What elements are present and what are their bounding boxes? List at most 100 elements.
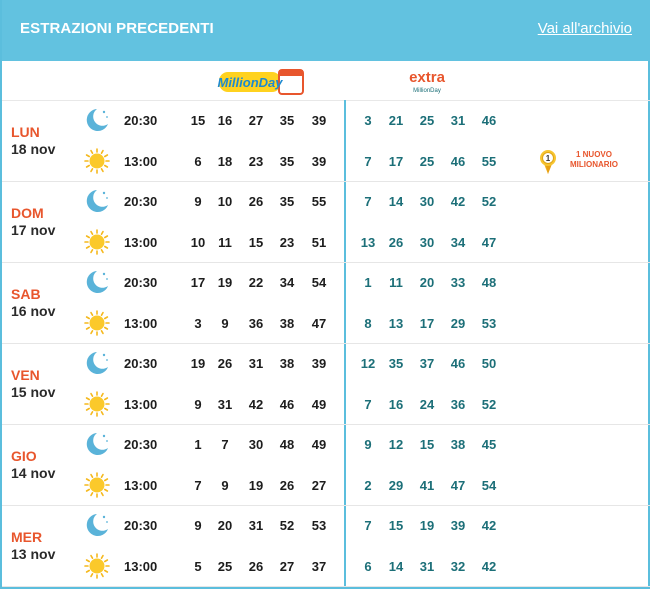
day-row: SAB 16 nov 20:30 17 19 22 34 54 1 11 20 33 48 13:00 3 9… bbox=[2, 262, 650, 344]
millionday-number: 39 bbox=[311, 356, 327, 371]
extra-number: 53 bbox=[481, 316, 497, 331]
millionday-number: 27 bbox=[311, 478, 327, 493]
millionday-number: 23 bbox=[279, 235, 295, 250]
day-date: 14 nov bbox=[11, 465, 56, 481]
medal-count: 1 bbox=[546, 154, 551, 163]
previous-draws-panel: ESTRAZIONI PRECEDENTI Vai all'archivio M… bbox=[0, 0, 650, 589]
day-name: VEN bbox=[11, 367, 40, 383]
extra-number: 7 bbox=[364, 194, 372, 209]
day-name: MER bbox=[11, 529, 43, 545]
millionday-number: 15 bbox=[190, 113, 206, 128]
draw-time: 13:00 bbox=[124, 478, 158, 493]
day-name: SAB bbox=[11, 286, 41, 302]
extra-number: 37 bbox=[419, 356, 435, 371]
sun-icon bbox=[84, 148, 110, 174]
millionday-number: 39 bbox=[311, 113, 327, 128]
badge-line1: 1 NUOVO bbox=[575, 150, 612, 159]
sun-icon bbox=[84, 472, 110, 498]
extra-number: 46 bbox=[481, 113, 497, 128]
extra-number: 25 bbox=[419, 154, 435, 169]
day-name: DOM bbox=[11, 205, 44, 221]
day-date: 16 nov bbox=[11, 303, 56, 319]
extra-number: 52 bbox=[481, 397, 497, 412]
millionday-number: 10 bbox=[190, 235, 206, 250]
millionday-number: 39 bbox=[311, 154, 327, 169]
millionday-number: 53 bbox=[311, 518, 327, 533]
millionday-number: 52 bbox=[279, 518, 295, 533]
sun-icon bbox=[84, 391, 110, 417]
millionday-number: 26 bbox=[248, 194, 264, 209]
moon-icon bbox=[86, 352, 108, 374]
day-date: 17 nov bbox=[11, 222, 56, 238]
millionday-number: 18 bbox=[217, 154, 233, 169]
millionday-number: 6 bbox=[194, 154, 202, 169]
extra-number: 19 bbox=[419, 518, 435, 533]
millionday-number: 22 bbox=[248, 275, 264, 290]
millionday-number: 19 bbox=[190, 356, 206, 371]
medal-icon: 1 bbox=[540, 150, 556, 174]
extra-number: 46 bbox=[450, 356, 466, 371]
millionday-number: 35 bbox=[279, 154, 295, 169]
millionday-number: 15 bbox=[248, 235, 264, 250]
extra-number: 39 bbox=[450, 518, 466, 533]
moon-icon bbox=[86, 433, 108, 455]
extra-number: 25 bbox=[419, 113, 435, 128]
millionday-number: 47 bbox=[311, 316, 327, 331]
millionday-number: 55 bbox=[311, 194, 327, 209]
millionday-number: 9 bbox=[194, 397, 202, 412]
millionday-number: 31 bbox=[248, 518, 264, 533]
extra-number: 55 bbox=[481, 154, 497, 169]
millionday-number: 19 bbox=[217, 275, 233, 290]
extra-number: 32 bbox=[450, 559, 466, 574]
extra-number: 9 bbox=[364, 437, 372, 452]
archive-link[interactable]: Vai all'archivio bbox=[538, 20, 632, 37]
millionday-number: 25 bbox=[217, 559, 233, 574]
millionday-number: 10 bbox=[217, 194, 233, 209]
draw-time: 13:00 bbox=[124, 316, 158, 331]
day-row: VEN 15 nov 20:30 19 26 31 38 39 12 35 37 46 50 13:00 9… bbox=[2, 343, 650, 425]
millionday-number: 27 bbox=[248, 113, 264, 128]
millionday-number: 38 bbox=[279, 356, 295, 371]
panel-header: ESTRAZIONI PRECEDENTI Vai all'archivio bbox=[2, 0, 650, 61]
extra-number: 11 bbox=[389, 275, 403, 290]
millionday-number: 9 bbox=[194, 518, 202, 533]
extra-number: 38 bbox=[450, 437, 466, 452]
sun-icon bbox=[84, 310, 110, 336]
extra-number: 29 bbox=[388, 478, 404, 493]
draw-time: 13:00 bbox=[124, 235, 158, 250]
millionday-number: 17 bbox=[190, 275, 206, 290]
millionday-number: 31 bbox=[248, 356, 264, 371]
extra-number: 6 bbox=[364, 559, 372, 574]
extra-number: 47 bbox=[450, 478, 466, 493]
extra-logo-text: extra bbox=[409, 69, 446, 86]
millionday-number: 31 bbox=[217, 397, 233, 412]
millionday-number: 42 bbox=[248, 397, 264, 412]
extra-number: 24 bbox=[419, 397, 435, 412]
extra-number: 45 bbox=[481, 437, 497, 452]
extra-number: 26 bbox=[388, 235, 404, 250]
extra-number: 46 bbox=[450, 154, 466, 169]
day-name: LUN bbox=[11, 124, 40, 140]
millionday-number: 16 bbox=[217, 113, 233, 128]
millionday-number: 9 bbox=[221, 316, 229, 331]
extra-number: 16 bbox=[388, 397, 404, 412]
millionday-number: 51 bbox=[311, 235, 327, 250]
millionday-number: 27 bbox=[279, 559, 295, 574]
draw-time: 20:30 bbox=[124, 275, 158, 290]
draw-time: 20:30 bbox=[124, 113, 158, 128]
badge-text: 1 NUOVO MILIONARIO bbox=[557, 150, 631, 170]
draw-time: 13:00 bbox=[124, 397, 158, 412]
millionday-number: 46 bbox=[279, 397, 295, 412]
millionday-number: 5 bbox=[194, 559, 202, 574]
extra-number: 47 bbox=[481, 235, 497, 250]
millionday-number: 7 bbox=[221, 437, 229, 452]
millionday-number: 9 bbox=[194, 194, 202, 209]
millionday-number: 23 bbox=[248, 154, 264, 169]
extra-number: 48 bbox=[481, 275, 497, 290]
extra-number: 33 bbox=[450, 275, 466, 290]
logos-row: MillionDay extra MillionDay bbox=[2, 61, 650, 101]
millionday-number: 20 bbox=[217, 518, 233, 533]
millionday-number: 30 bbox=[248, 437, 264, 452]
draw-time: 20:30 bbox=[124, 356, 158, 371]
extra-number: 30 bbox=[419, 235, 435, 250]
